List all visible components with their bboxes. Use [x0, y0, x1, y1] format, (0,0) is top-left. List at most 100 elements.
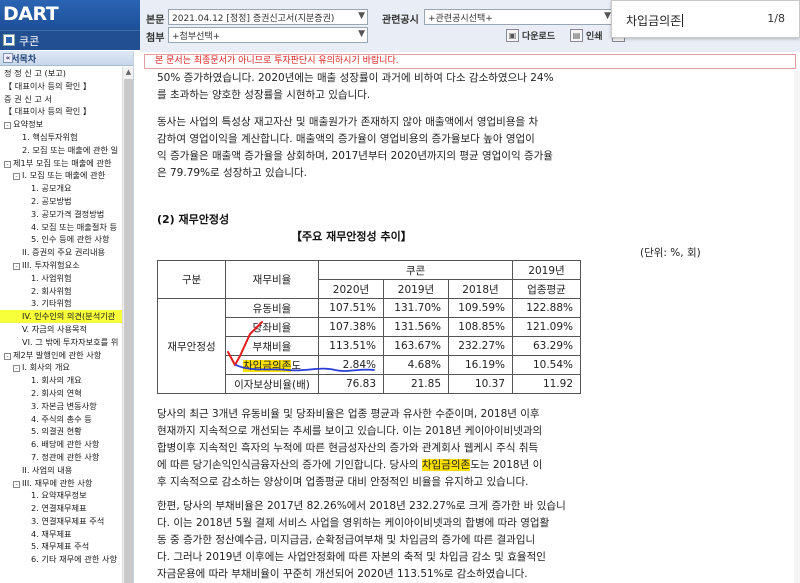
ratio-name-rest: 도 — [291, 359, 301, 372]
collapse-toggle-icon[interactable]: - — [4, 160, 11, 168]
sidebar: 문서목차 « 정 정 신 고 (보고) 【 대표이사 등의 확인 】 증 권 신 고… — [0, 51, 134, 583]
sidebar-item[interactable]: 1. 회사의 개요 — [0, 374, 133, 387]
sidebar-item-label: 1. 요약재무정보 — [31, 490, 87, 501]
find-bar[interactable]: 차입금의존 1/8 — [611, 0, 800, 38]
main-doc-select[interactable]: 2021.04.12 [정정] 증권신고서(지분증권) ▼ — [168, 9, 368, 25]
sidebar-item-label: 2. 공모방법 — [31, 195, 72, 206]
sidebar-item[interactable]: 5. 재무제표 주석 — [0, 540, 133, 553]
sidebar-item[interactable]: 1. 핵심투자위험 — [0, 131, 133, 144]
sidebar-item[interactable]: 3. 공모가격 결정방법 — [0, 208, 133, 221]
sidebar-item[interactable]: 1. 사업위험 — [0, 272, 133, 285]
sidebar-item[interactable]: - I. 모집 또는 매출에 관한 — [0, 169, 133, 182]
sidebar-item[interactable]: 1. 요약재무정보 — [0, 489, 133, 502]
sidebar-item[interactable]: 4. 주식의 총수 등 — [0, 413, 133, 426]
main-doc-value: 2021.04.12 [정정] 증권신고서(지분증권) — [172, 14, 335, 24]
sidebar-item[interactable]: 2. 공모방법 — [0, 195, 133, 208]
ratio-name: 유동비율 — [225, 298, 319, 318]
sidebar-item[interactable]: 3. 자본금 변동사항 — [0, 400, 133, 413]
sidebar-item[interactable]: 7. 정관에 관한 사항 — [0, 451, 133, 464]
sidebar-item[interactable]: V. 자금의 사용목적 — [0, 323, 133, 336]
sidebar-item-label: 4. 모집 또는 매출절차 등 — [31, 221, 118, 232]
related-select[interactable]: +관련공시선택+ ▼ — [424, 9, 614, 25]
sidebar-item[interactable]: 6. 기타 재무에 관한 사항 — [0, 553, 133, 566]
sidebar-item[interactable]: 1. 공모개요 — [0, 182, 133, 195]
collapse-toggle-icon[interactable]: - — [13, 365, 20, 373]
financial-stability-table: 구분 재무비율 쿠콘 2019년 2020년 2019년 2018년 업종평균 … — [157, 260, 581, 394]
find-input[interactable]: 차입금의존 — [626, 12, 683, 29]
collapse-icon[interactable]: « — [3, 53, 13, 63]
collapse-toggle-icon[interactable]: - — [4, 122, 11, 130]
download-icon: ▣ — [506, 29, 519, 42]
sidebar-item[interactable]: 【 대표이사 등의 확인 】 — [0, 105, 133, 118]
header-industry-avg: 업종평균 — [512, 279, 581, 299]
sidebar-item[interactable]: 2. 회사의 연혁 — [0, 387, 133, 400]
sidebar-item[interactable]: II. 증권의 주요 권리내용 — [0, 246, 133, 259]
sidebar-scroll-thumb[interactable] — [124, 79, 133, 583]
sidebar-item[interactable]: 증 권 신 고 서 — [0, 93, 133, 106]
sidebar-item[interactable]: II. 사업의 내용 — [0, 464, 133, 477]
sidebar-item[interactable]: - III. 투자위험요소 — [0, 259, 133, 272]
table-cell: 2.84% — [318, 355, 384, 375]
download-button[interactable]: ▣ 다운로드 — [504, 27, 557, 45]
sidebar-item[interactable]: 3. 연결재무제표 주석 — [0, 515, 133, 528]
sidebar-item[interactable]: - 제2부 발행인에 관한 사항 — [0, 349, 133, 362]
text-line: 합병이후 지속적인 흑자의 누적에 따른 현금성자산의 증가와 관계회사 웹케시… — [157, 442, 539, 454]
sidebar-item-label: 요약정보 — [13, 119, 44, 130]
paragraph-liquidity: 당사의 최근 3개년 유동비율 및 당좌비율은 업종 평균과 유사한 수준이며,… — [157, 406, 542, 491]
sidebar-item-label: 3. 연결재무제표 주석 — [31, 515, 105, 526]
print-button[interactable]: ▤ 인쇄 — [568, 27, 605, 45]
collapse-toggle-icon[interactable]: - — [13, 262, 20, 270]
sidebar-item-label: 3. 공모가격 결정방법 — [31, 208, 105, 219]
section-title: (2) 재무안정성 — [157, 213, 230, 226]
header-category: 구분 — [157, 260, 226, 299]
table-cell: 122.88% — [512, 298, 581, 318]
sidebar-item[interactable]: - 요약정보 — [0, 118, 133, 131]
sidebar-item[interactable]: 2. 회사위험 — [0, 285, 133, 298]
sidebar-item[interactable]: 5. 인수 등에 관한 사항 — [0, 233, 133, 246]
company-name: 쿠콘 — [19, 35, 40, 48]
sidebar-item-label: 증 권 신 고 서 — [4, 93, 53, 104]
ratio-name: 부채비율 — [225, 336, 319, 356]
sidebar-item[interactable]: VI. 그 밖에 투자자보호를 위 — [0, 336, 133, 349]
sidebar-item[interactable]: - III. 재무에 관한 사항 — [0, 477, 133, 490]
sidebar-item-label: 3. 기타위험 — [31, 298, 72, 309]
dart-logo[interactable]: DART — [3, 3, 59, 25]
sidebar-item[interactable]: 【 대표이사 등의 확인 】 — [0, 80, 133, 93]
main-scrollbar[interactable] — [794, 71, 800, 583]
sidebar-item[interactable]: 4. 모집 또는 매출절차 등 — [0, 221, 133, 234]
document-icon — [3, 34, 15, 46]
sidebar-item[interactable]: 5. 의결권 현황 — [0, 425, 133, 438]
print-icon: ▤ — [570, 29, 583, 42]
sidebar-item[interactable]: 2. 연결재무제표 — [0, 502, 133, 515]
sidebar-item[interactable]: 3. 기타위험 — [0, 297, 133, 310]
sidebar-item[interactable]: 4. 재무제표 — [0, 528, 133, 541]
print-label: 인쇄 — [586, 32, 603, 42]
table-cell: 11.92 — [512, 374, 581, 394]
scroll-up-icon[interactable]: ▲ — [123, 67, 133, 78]
sidebar-item[interactable]: IV. 인수인의 의견(분석기관 — [0, 310, 133, 323]
table-cell: 121.09% — [512, 317, 581, 337]
sidebar-item[interactable]: - I. 회사의 개요 — [0, 361, 133, 374]
sidebar-item-label: III. 투자위험요소 — [22, 259, 80, 270]
sidebar-item[interactable]: 2. 모집 또는 매출에 관한 일 — [0, 144, 133, 157]
collapse-toggle-icon[interactable]: - — [13, 480, 20, 488]
sidebar-item-label: 1. 공모개요 — [31, 183, 72, 194]
sidebar-header: 문서목차 « — [0, 51, 133, 66]
sidebar-item[interactable]: 정 정 신 고 (보고) — [0, 67, 133, 80]
search-highlight: 차입금의존 — [421, 459, 471, 471]
attach-select[interactable]: +첨부선택+ ▼ — [168, 27, 368, 43]
text-line: 를 초과하는 양호한 성장률을 시현하고 있습니다. — [157, 89, 371, 101]
sidebar-item[interactable]: - 제1부 모집 또는 매출에 관한 — [0, 157, 133, 170]
table-row: 재무안정성 유동비율 107.51% 131.70% 109.59% 122.8… — [157, 298, 581, 394]
sidebar-scrollbar[interactable]: ▲ — [122, 67, 133, 583]
collapse-toggle-icon[interactable]: - — [13, 173, 20, 181]
related-label: 관련공시 — [382, 15, 419, 26]
table-cell: 4.68% — [383, 355, 449, 375]
sidebar-item-label: I. 모집 또는 매출에 관한 — [22, 170, 106, 181]
document-view: 본 문서는 최종문서가 아니므로 투자판단시 유의하시기 바랍니다. 50% 증… — [140, 52, 800, 583]
collapse-toggle-icon[interactable]: - — [4, 352, 11, 360]
sidebar-item[interactable]: 6. 배당에 관한 사항 — [0, 438, 133, 451]
related-value: +관련공시선택+ — [428, 14, 493, 24]
text-line: 50% 증가하였습니다. 2020년에는 매출 성장률이 과거에 비하여 다소 … — [157, 72, 554, 84]
find-count: 1/8 — [767, 12, 785, 25]
